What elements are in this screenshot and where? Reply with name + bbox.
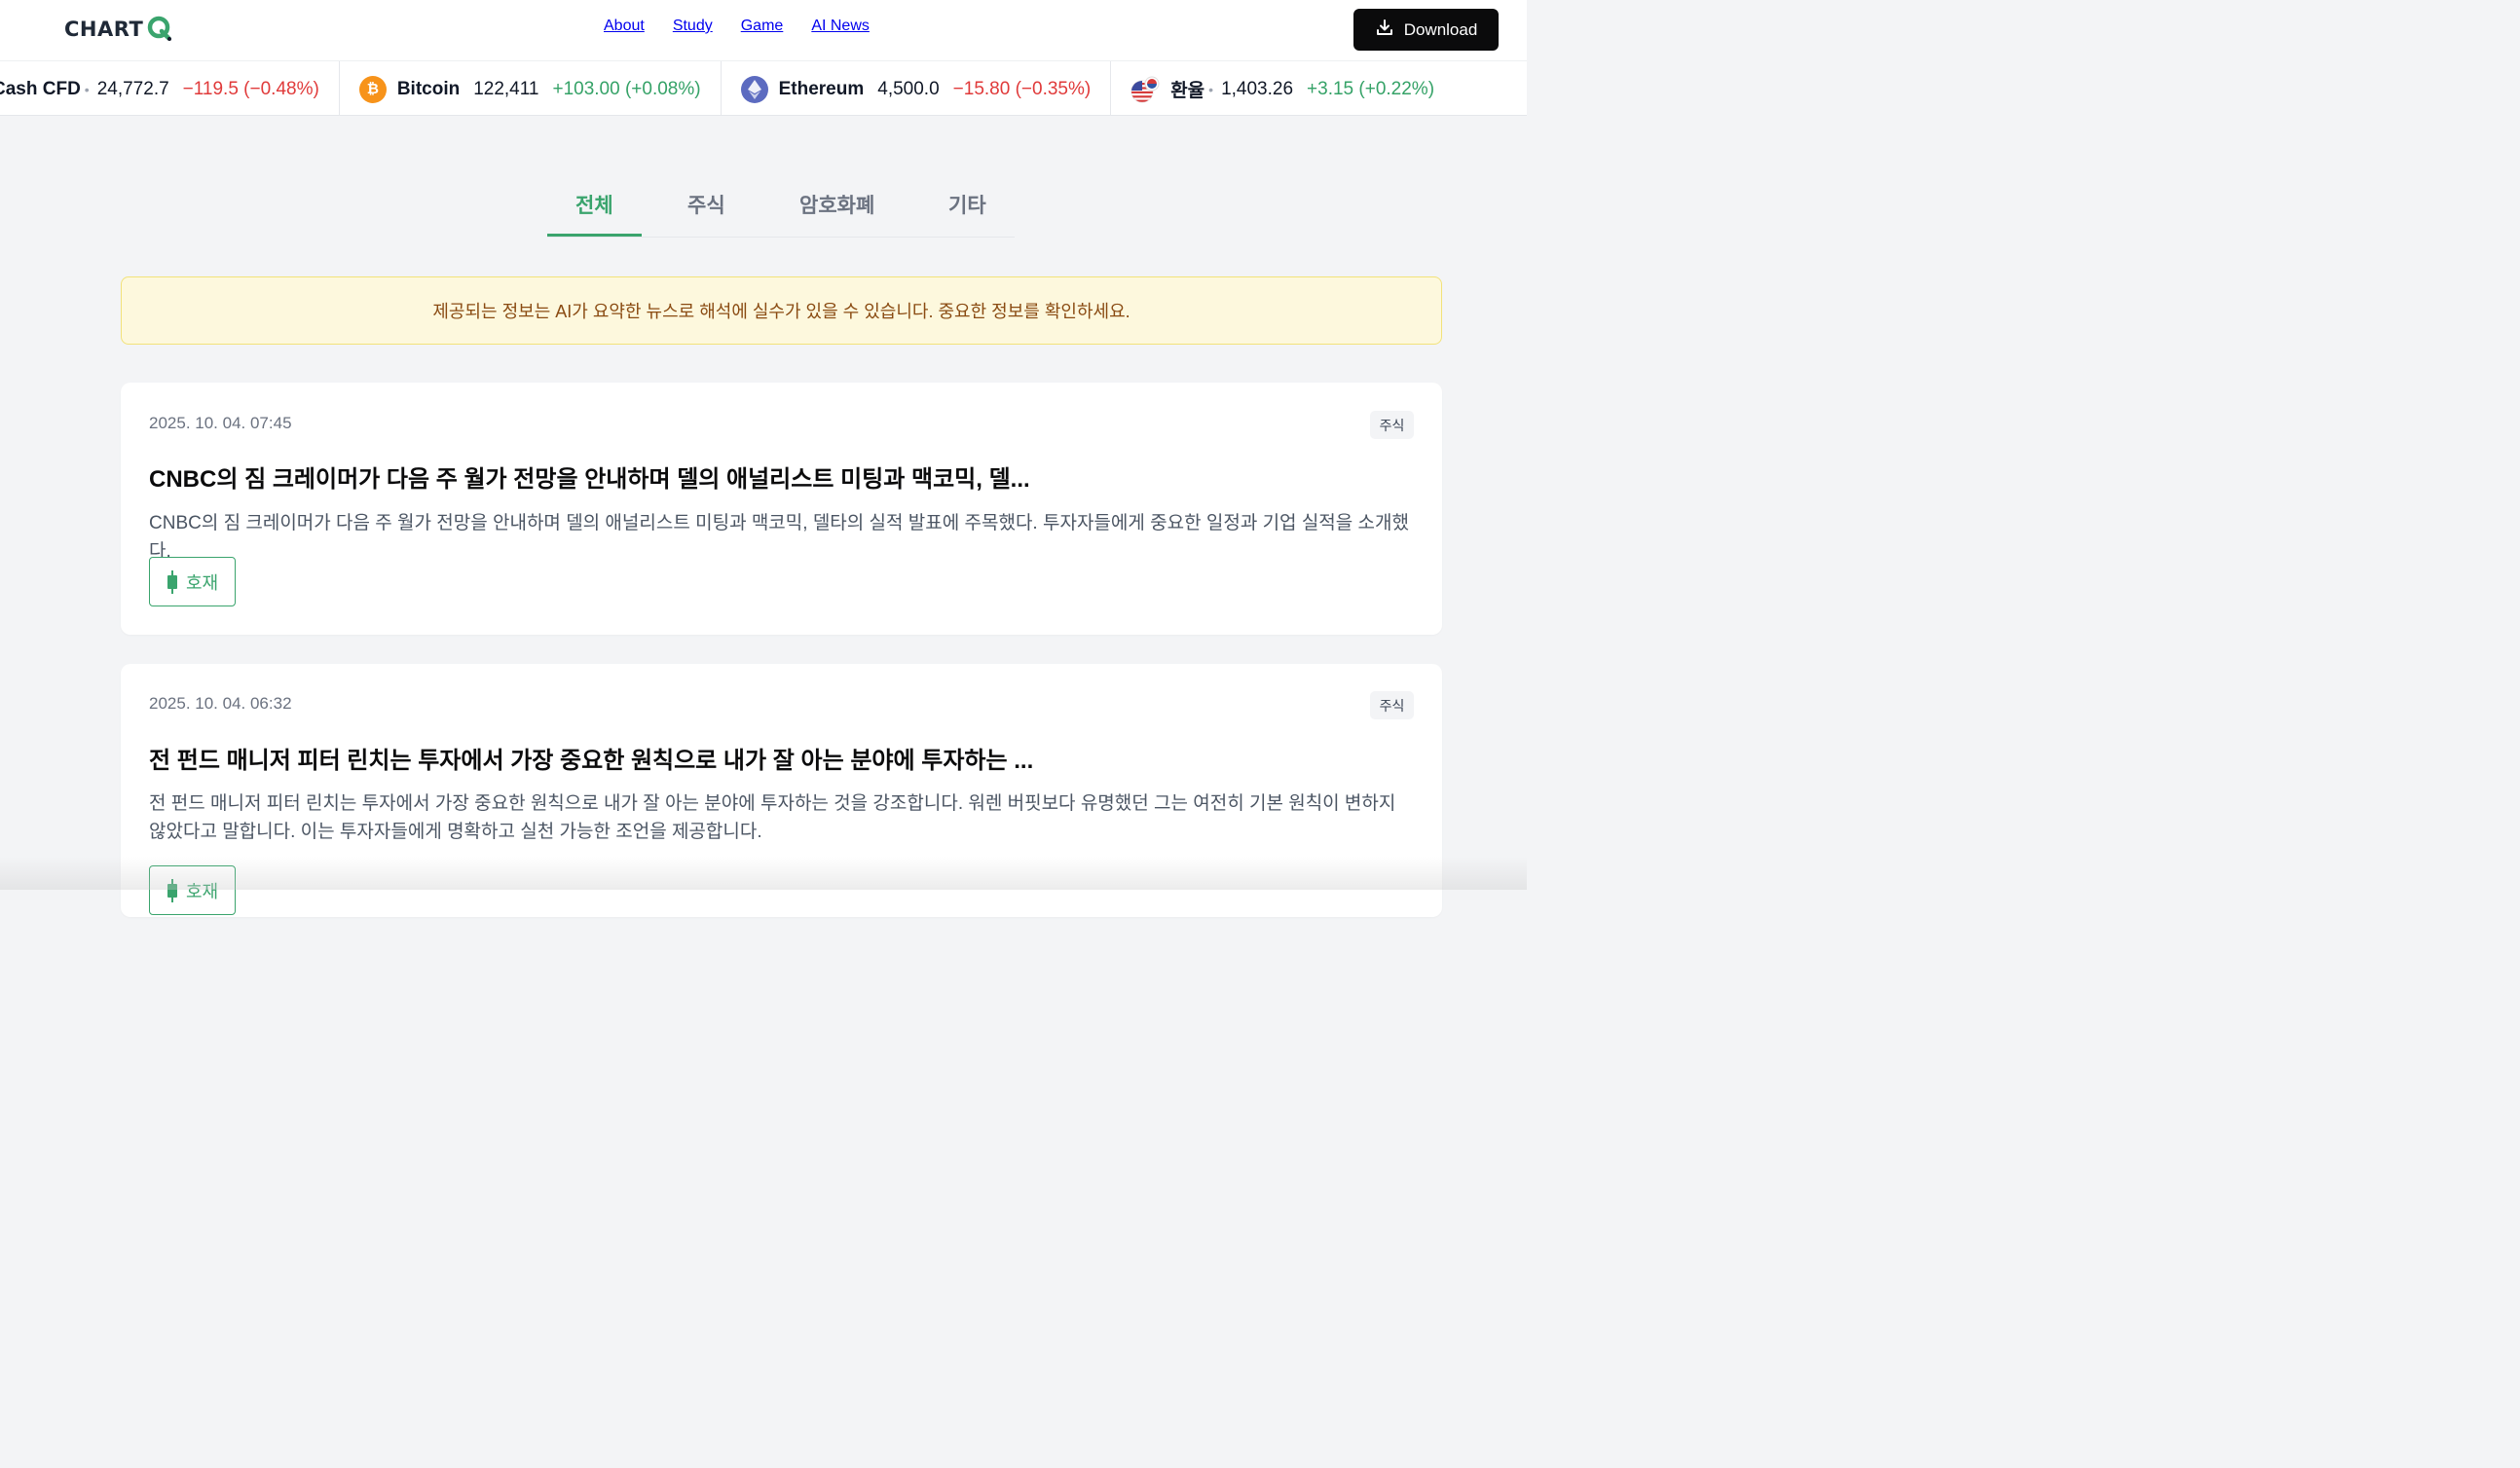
tab-stocks[interactable]: 주식 xyxy=(687,190,725,219)
active-tab-indicator xyxy=(547,234,642,237)
ticker-price: 4,500.0 xyxy=(877,78,940,99)
candlestick-icon xyxy=(167,569,178,594)
ticker-price: 1,403.26 xyxy=(1221,78,1294,99)
ticker-dot: • xyxy=(1208,81,1214,97)
ticker-change: −119.5 (−0.48%) xyxy=(182,78,319,99)
ticker-dot: • xyxy=(84,81,90,97)
category-tabs: 전체 주식 암호화폐 기타 xyxy=(547,182,1015,238)
news-title[interactable]: CNBC의 짐 크레이머가 다음 주 월가 전망을 안내하며 델의 애널리스트 … xyxy=(149,459,1414,494)
notice-text: 제공되는 정보는 AI가 요약한 뉴스로 해석에 실수가 있을 수 있습니다. … xyxy=(432,302,1130,321)
news-date: 2025. 10. 04. 07:45 xyxy=(149,414,292,432)
ticker-name: Ethereum xyxy=(778,78,865,99)
nav-game[interactable]: Game xyxy=(741,18,784,35)
top-header: CHART About Study Game AI News Download xyxy=(0,0,1527,60)
ai-disclaimer-notice: 제공되는 정보는 AI가 요약한 뉴스로 해석에 실수가 있을 수 있습니다. … xyxy=(121,276,1442,345)
ticker-name: Bitcoin xyxy=(396,78,461,99)
news-card[interactable]: 2025. 10. 04. 07:45 주식 CNBC의 짐 크레이머가 다음 … xyxy=(121,383,1442,635)
ticker-name: Cash CFD xyxy=(0,78,81,99)
news-category-badge: 주식 xyxy=(1370,691,1414,719)
ticker-change: −15.80 (−0.35%) xyxy=(952,78,1092,99)
sentiment-label: 호재 xyxy=(185,572,219,593)
usd-krw-flag-icon xyxy=(1130,76,1160,103)
tab-all[interactable]: 전체 xyxy=(575,190,613,219)
main-nav: About Study Game AI News xyxy=(604,18,870,35)
news-category-badge: 주식 xyxy=(1370,411,1414,439)
download-label: Download xyxy=(1403,19,1478,39)
ticker-price: 24,772.7 xyxy=(96,78,169,99)
nav-study[interactable]: Study xyxy=(673,18,713,35)
ticker-item-cash-cfd[interactable]: Cash CFD • 24,772.7 −119.5 (−0.48%) xyxy=(0,61,339,115)
ticker-item-bitcoin[interactable]: ₿ Bitcoin 122,411 +103.00 (+0.08%) xyxy=(338,61,721,115)
ticker-change: +3.15 (+0.22%) xyxy=(1307,78,1435,99)
ethereum-icon xyxy=(740,75,768,103)
ticker-change: +103.00 (+0.08%) xyxy=(552,78,701,99)
ticker-price: 122,411 xyxy=(473,78,539,99)
download-button[interactable]: Download xyxy=(1353,9,1499,51)
logo-q-icon xyxy=(145,15,174,44)
news-summary: CNBC의 짐 크레이머가 다음 주 월가 전망을 안내하며 델의 애널리스트 … xyxy=(149,513,1409,562)
bitcoin-icon: ₿ xyxy=(358,75,387,103)
logo-text: CHART xyxy=(64,18,144,41)
tab-crypto[interactable]: 암호화폐 xyxy=(799,190,874,219)
market-ticker: Cash CFD • 24,772.7 −119.5 (−0.48%) ₿ Bi… xyxy=(0,60,1527,116)
download-icon xyxy=(1375,18,1394,42)
news-summary: 전 펀드 매니저 피터 린치는 투자에서 가장 중요한 원칙으로 내가 잘 아는… xyxy=(149,793,1396,842)
bottom-fade xyxy=(0,857,1527,890)
nav-about[interactable]: About xyxy=(604,18,645,35)
news-date: 2025. 10. 04. 06:32 xyxy=(149,694,292,713)
logo[interactable]: CHART xyxy=(64,15,174,44)
tab-etc[interactable]: 기타 xyxy=(948,190,986,219)
nav-ai-news[interactable]: AI News xyxy=(811,18,870,35)
ticker-name: 환율 xyxy=(1170,81,1205,101)
ticker-item-exchange-rate[interactable]: 환율 • 1,403.26 +3.15 (+0.22%) xyxy=(1110,61,1454,115)
news-title[interactable]: 전 펀드 매니저 피터 린치는 투자에서 가장 중요한 원칙으로 내가 잘 아는… xyxy=(149,741,1414,775)
ticker-item-ethereum[interactable]: Ethereum 4,500.0 −15.80 (−0.35%) xyxy=(720,61,1111,115)
sentiment-badge: 호재 xyxy=(149,557,236,606)
